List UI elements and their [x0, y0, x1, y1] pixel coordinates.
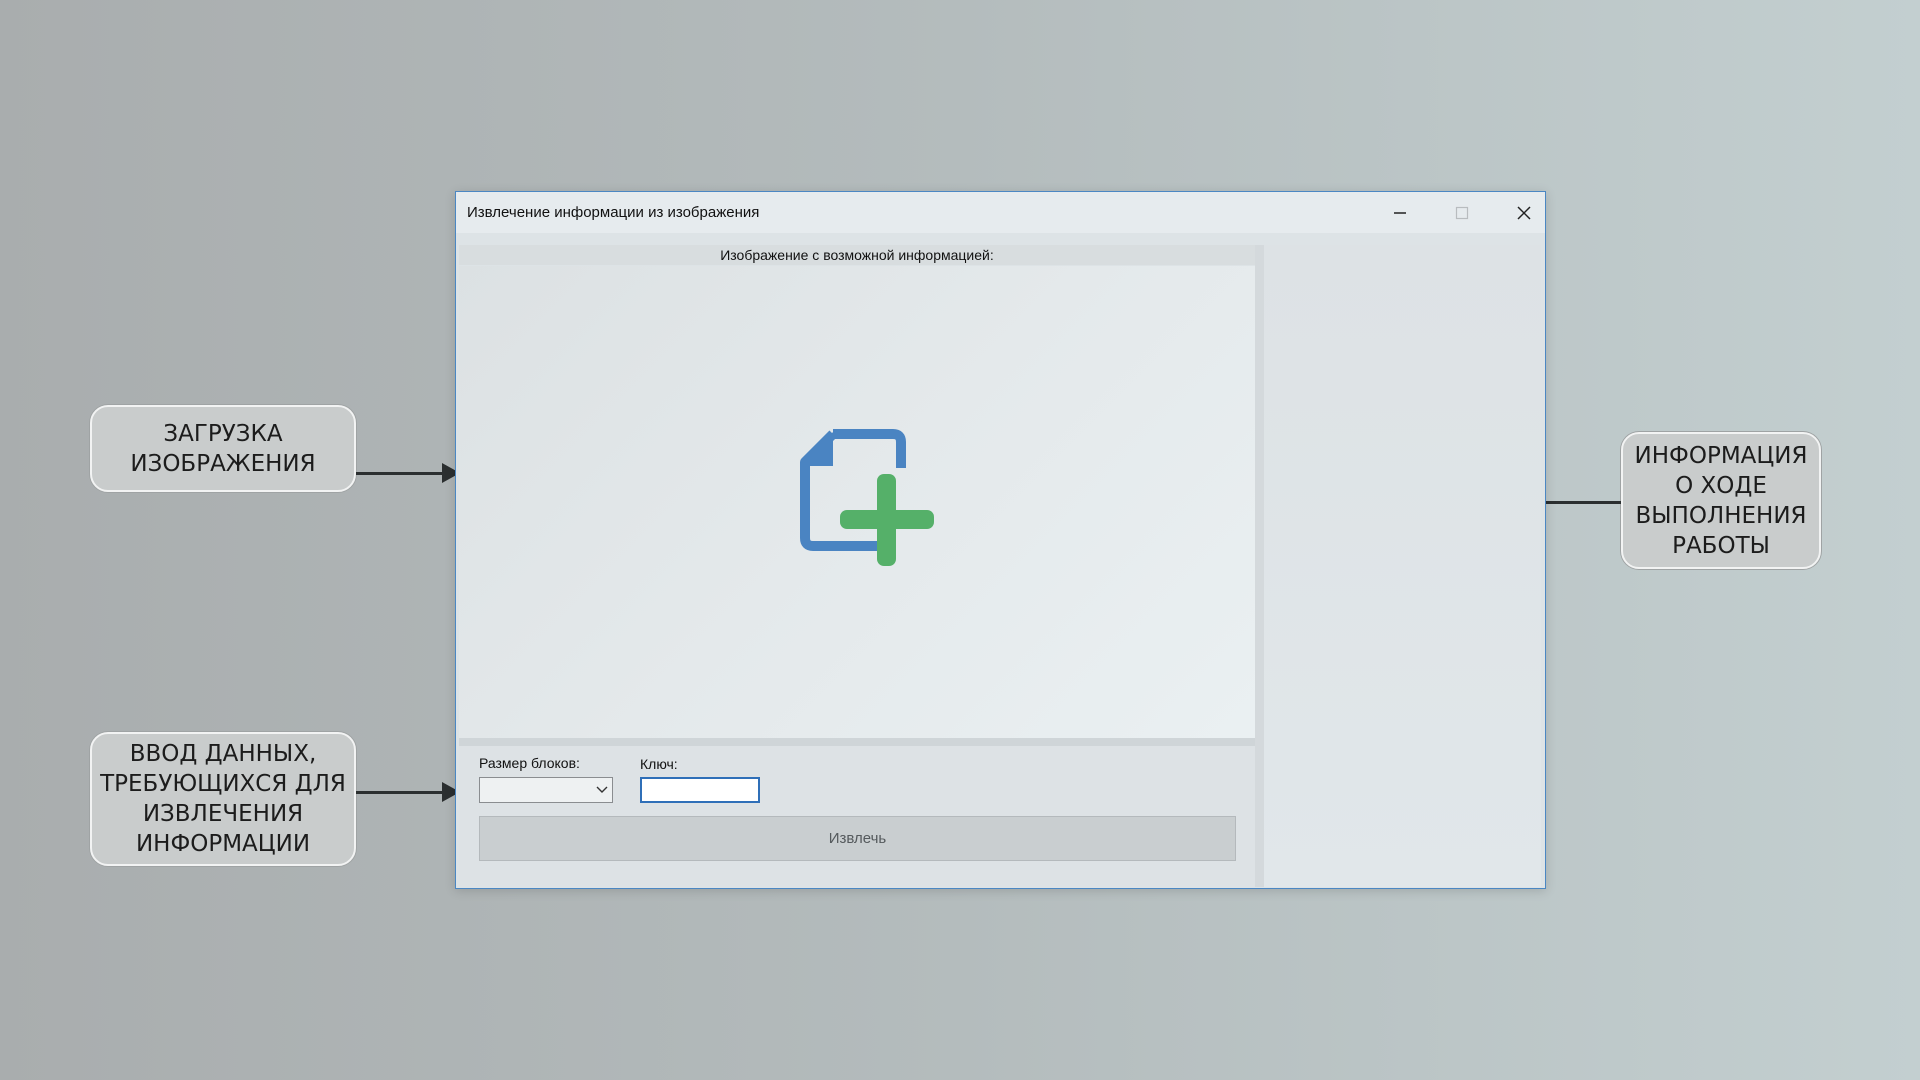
window-title: Извлечение информации из изображения — [467, 204, 760, 221]
image-panel-header: Изображение с возможной информацией: — [459, 245, 1255, 265]
controls-area: Размер блоков: Ключ: Извлечь — [459, 746, 1255, 887]
annotation-arrow-upload — [356, 463, 460, 483]
title-bar[interactable]: Извлечение информации из изображения — [456, 192, 1545, 233]
block-size-dropdown[interactable] — [479, 777, 613, 803]
annotation-upload-image: ЗАГРУЗКА ИЗОБРАЖЕНИЯ — [90, 405, 356, 492]
extract-button[interactable]: Извлечь — [479, 816, 1236, 861]
panel-splitter[interactable] — [459, 738, 1255, 746]
annotation-progress-info: ИНФОРМАЦИЯ О ХОДЕ ВЫПОЛНЕНИЯ РАБОТЫ — [1621, 432, 1821, 569]
key-label: Ключ: — [640, 756, 678, 772]
close-icon — [1517, 205, 1531, 220]
annotation-arrow-input — [356, 782, 460, 802]
image-upload-area[interactable] — [459, 266, 1255, 738]
app-window: Извлечение информации из изображения Изо… — [455, 191, 1546, 889]
vertical-splitter[interactable] — [1255, 245, 1264, 887]
image-panel: Изображение с возможной информацией: Раз… — [459, 245, 1255, 887]
minimize-button[interactable] — [1369, 192, 1431, 233]
annotation-progress-text: ИНФОРМАЦИЯ О ХОДЕ ВЫПОЛНЕНИЯ РАБОТЫ — [1634, 442, 1808, 559]
maximize-button[interactable] — [1431, 192, 1493, 233]
annotation-input-data: ВВОД ДАННЫХ, ТРЕБУЮЩИХСЯ ДЛЯ ИЗВЛЕЧЕНИЯ … — [90, 732, 356, 866]
block-size-label: Размер блоков: — [479, 755, 580, 771]
chevron-down-icon — [596, 786, 608, 793]
key-input[interactable] — [640, 777, 760, 803]
annotation-upload-text: ЗАГРУЗКА ИЗОБРАЖЕНИЯ — [130, 420, 316, 477]
close-button[interactable] — [1493, 192, 1555, 233]
minimize-icon — [1394, 211, 1406, 214]
maximize-icon — [1455, 206, 1469, 219]
add-file-icon — [800, 429, 934, 566]
progress-log-panel[interactable] — [1264, 245, 1541, 887]
annotation-input-text: ВВОД ДАННЫХ, ТРЕБУЮЩИХСЯ ДЛЯ ИЗВЛЕЧЕНИЯ … — [100, 741, 346, 857]
